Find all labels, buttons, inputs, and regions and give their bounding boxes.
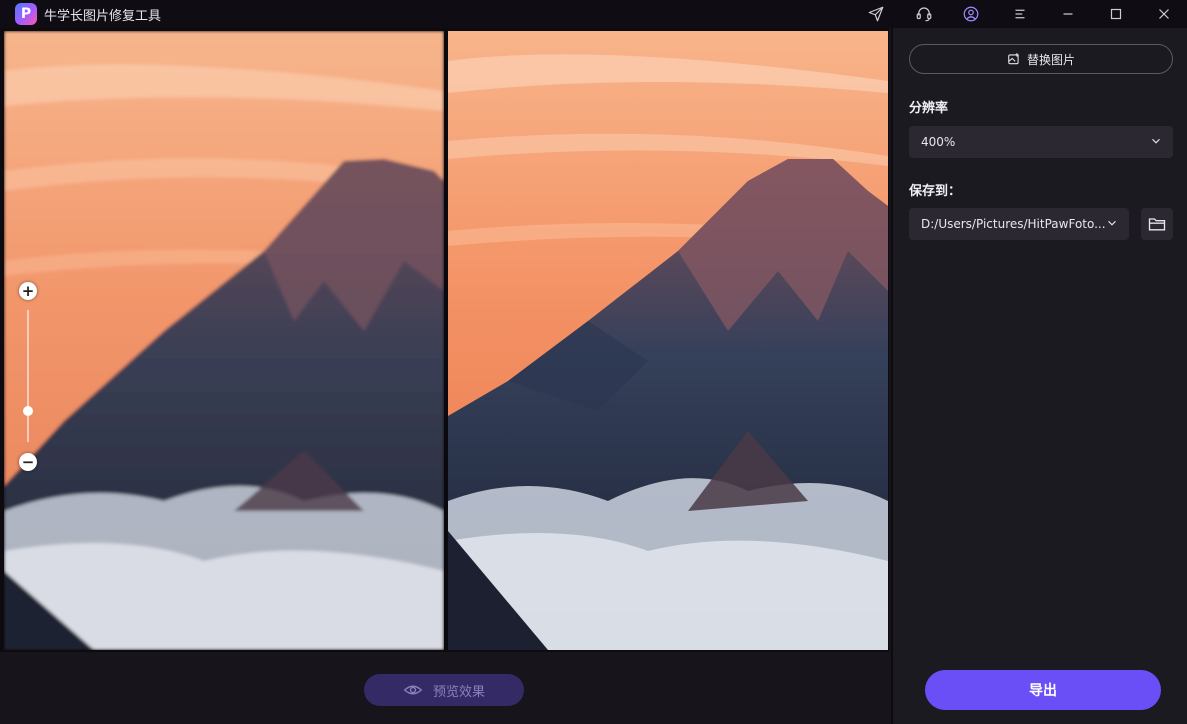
settings-sidebar: 替换图片 分辨率 400% 保存到： D:/Users/Pictures/Hit… xyxy=(891,28,1187,724)
menu-icon[interactable] xyxy=(1008,2,1032,26)
bottom-bar: 预览效果 xyxy=(0,652,889,724)
zoom-out-button[interactable]: − xyxy=(19,453,37,471)
browse-folder-button[interactable] xyxy=(1141,208,1173,240)
preview-area: + − xyxy=(0,28,889,652)
resolution-select[interactable]: 400% xyxy=(909,126,1173,158)
zoom-slider-handle[interactable] xyxy=(23,406,33,416)
chevron-down-icon xyxy=(1108,220,1116,226)
replace-image-button[interactable]: 替换图片 xyxy=(909,44,1173,74)
replace-image-icon xyxy=(1008,53,1019,65)
send-icon[interactable] xyxy=(864,2,888,26)
export-button[interactable]: 导出 xyxy=(925,670,1161,710)
original-image xyxy=(4,31,444,650)
app-window: P 牛学长图片修复工具 + − 预览效果 替换图片 分辨率 400% 保存到： … xyxy=(0,0,1187,724)
zoom-slider-track[interactable] xyxy=(27,310,29,442)
chevron-down-icon xyxy=(1152,138,1160,144)
replace-image-label: 替换图片 xyxy=(1026,52,1075,67)
headset-icon[interactable] xyxy=(912,2,936,26)
folder-icon xyxy=(1148,218,1166,231)
eye-icon xyxy=(403,685,423,695)
title-bar: P 牛学长图片修复工具 xyxy=(0,0,1187,28)
close-icon[interactable] xyxy=(1152,2,1176,26)
app-title: 牛学长图片修复工具 xyxy=(44,9,162,24)
save-path-value: D:/Users/Pictures/HitPawFoto... xyxy=(921,217,1106,231)
preview-effect-label: 预览效果 xyxy=(432,684,485,700)
zoom-in-button[interactable]: + xyxy=(19,282,37,300)
app-logo-icon: P xyxy=(15,3,37,25)
resolution-value: 400% xyxy=(921,135,956,149)
preview-effect-button[interactable]: 预览效果 xyxy=(364,674,524,706)
minimize-icon[interactable] xyxy=(1056,2,1080,26)
maximize-icon[interactable] xyxy=(1104,2,1128,26)
resolution-label: 分辨率 xyxy=(909,101,949,116)
user-icon[interactable] xyxy=(959,2,983,26)
enhanced-image xyxy=(448,31,888,650)
save-to-label: 保存到： xyxy=(909,184,962,199)
save-path-select[interactable]: D:/Users/Pictures/HitPawFoto... xyxy=(909,208,1129,240)
